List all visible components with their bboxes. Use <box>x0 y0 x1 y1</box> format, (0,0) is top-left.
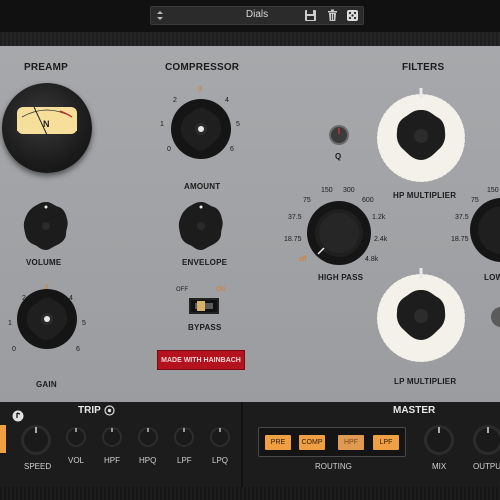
envelope-knob[interactable] <box>177 200 225 252</box>
amount-tick-1: 1 <box>160 121 164 128</box>
amount-label: AMOUNT <box>184 182 221 191</box>
output-label: OUTPUT <box>473 462 500 471</box>
hp-tick-24k: 2.4k <box>374 236 388 243</box>
mix-knob[interactable] <box>423 424 455 456</box>
trip-lpq-knob[interactable] <box>209 426 231 448</box>
bypass-label: BYPASS <box>188 323 222 332</box>
hp-tick-48k: 4.8k <box>365 256 379 263</box>
compressor-title: COMPRESSOR <box>165 62 240 73</box>
speed-knob[interactable] <box>20 424 52 456</box>
gain-tick-6: 6 <box>76 346 80 353</box>
low-pass-label-partial: LOW <box>484 273 500 282</box>
lp-multiplier-knob[interactable] <box>375 268 467 364</box>
trip-side-handle[interactable] <box>0 425 6 453</box>
top-stripe <box>0 32 500 46</box>
routing-label: ROUTING <box>315 462 352 471</box>
hp-tick-600: 600 <box>362 197 374 204</box>
gain-tick-2: 2 <box>22 295 26 302</box>
trip-hpf-knob[interactable] <box>101 426 123 448</box>
footer-stripe <box>0 487 500 500</box>
trip-power-icon[interactable] <box>104 405 115 416</box>
gain-tick-5: 5 <box>82 320 86 327</box>
trip-sync-icon[interactable] <box>12 410 24 422</box>
routing-comp-button[interactable]: COMP <box>299 435 325 450</box>
trip-lpf-label: LPF <box>177 456 192 465</box>
bypass-off-text: OFF <box>176 287 188 293</box>
amount-tick-2: 2 <box>173 97 177 104</box>
gain-tick-3: 3 <box>44 284 48 291</box>
dice-icon[interactable] <box>346 9 359 22</box>
trip-vol-knob[interactable] <box>65 426 87 448</box>
lp-q-knob-partial[interactable] <box>490 306 500 328</box>
amount-tick-6: 6 <box>230 146 234 153</box>
mix-label: MIX <box>432 462 447 471</box>
save-icon[interactable] <box>304 9 317 22</box>
routing-lpf-button[interactable]: LPF <box>373 435 399 450</box>
amount-tick-0: 0 <box>167 146 171 153</box>
made-with-badge[interactable]: MADE WITH HAINBACH <box>157 350 245 370</box>
bypass-on-text: ON <box>216 287 225 293</box>
high-pass-knob[interactable] <box>304 198 374 268</box>
trip-hpf-label: HPF <box>104 456 120 465</box>
hp-tick-150: 150 <box>321 187 333 194</box>
amount-tick-3: 3 <box>198 86 202 93</box>
gain-tick-1: 1 <box>8 320 12 327</box>
trip-hpq-knob[interactable] <box>137 426 159 448</box>
volume-label: VOLUME <box>26 258 62 267</box>
trip-hpq-label: HPQ <box>139 456 157 465</box>
routing-hpf-button[interactable]: HPF <box>338 435 364 450</box>
hp-tick-1875: 18.75 <box>284 236 302 243</box>
q-label: Q <box>335 152 342 161</box>
preset-selector[interactable]: Dials <box>150 6 364 25</box>
filters-title: FILTERS <box>402 62 445 73</box>
lp-tick-150: 150 <box>487 187 499 194</box>
gain-tick-0: 0 <box>12 346 16 353</box>
top-bar: Dials <box>0 0 500 32</box>
hp-multiplier-label: HP MULTIPLIER <box>393 191 457 200</box>
hp-tick-off: off <box>299 256 307 263</box>
q-knob[interactable] <box>328 124 350 146</box>
section-divider <box>241 402 243 487</box>
trip-lpq-label: LPQ <box>212 456 229 465</box>
lp-tick-1875: 18.75 <box>451 236 469 243</box>
hp-tick-300: 300 <box>343 187 355 194</box>
hp-tick-12k: 1.2k <box>372 214 386 221</box>
routing-box: PRE COMP HPF LPF <box>258 427 406 457</box>
lp-multiplier-label: LP MULTIPLIER <box>394 377 457 386</box>
trip-lpf-knob[interactable] <box>173 426 195 448</box>
volume-knob[interactable] <box>22 200 70 252</box>
hp-multiplier-knob[interactable] <box>375 88 467 184</box>
envelope-label: ENVELOPE <box>182 258 228 267</box>
hp-tick-75: 75 <box>303 197 311 204</box>
lp-tick-75: 75 <box>471 197 479 204</box>
gain-tick-4: 4 <box>69 295 73 302</box>
output-knob[interactable] <box>472 424 500 456</box>
bypass-switch[interactable] <box>189 298 219 314</box>
trip-vol-label: VOL <box>68 456 85 465</box>
high-pass-label: HIGH PASS <box>318 273 364 282</box>
hp-tick-375: 37.5 <box>288 214 302 221</box>
amount-tick-5: 5 <box>236 121 240 128</box>
trip-title: TRIP <box>78 405 101 416</box>
master-title: MASTER <box>393 405 436 416</box>
vu-letter: N <box>43 119 50 129</box>
amount-tick-4: 4 <box>225 97 229 104</box>
routing-pre-button[interactable]: PRE <box>265 435 291 450</box>
lp-tick-375: 37.5 <box>455 214 469 221</box>
low-pass-knob[interactable] <box>468 198 500 264</box>
speed-label: SPEED <box>24 462 52 471</box>
gain-label: GAIN <box>36 380 57 389</box>
trash-icon[interactable] <box>326 9 339 22</box>
preamp-title: PREAMP <box>24 62 68 73</box>
vu-meter: N <box>2 83 92 173</box>
